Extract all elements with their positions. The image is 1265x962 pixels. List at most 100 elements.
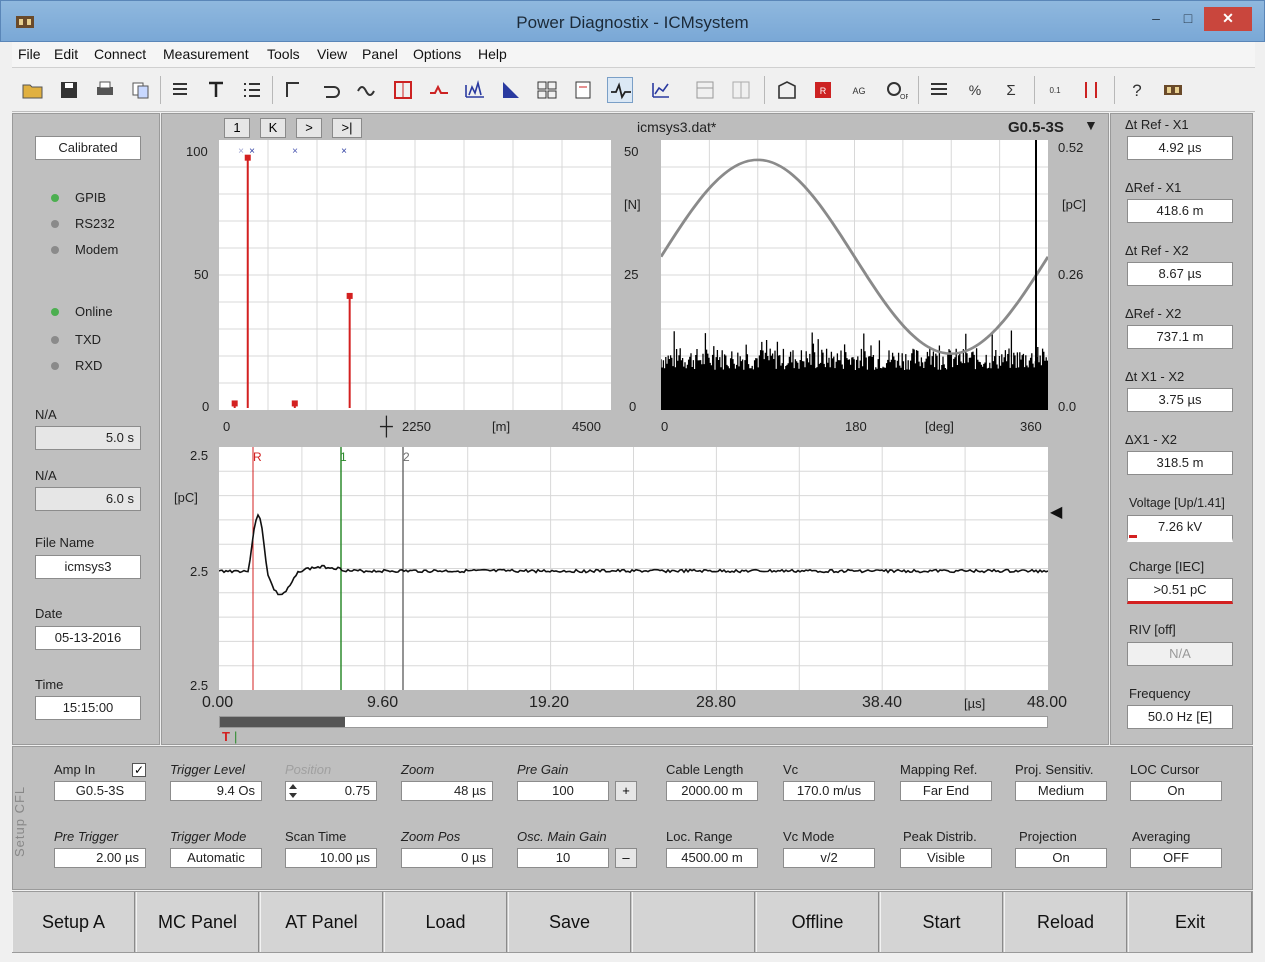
maximize-button[interactable]: □	[1173, 7, 1203, 31]
prpd-x-tick-0: 0	[661, 419, 669, 434]
amp-in-field[interactable]: G0.5-3S	[54, 781, 146, 801]
menu-file[interactable]: File	[18, 46, 41, 62]
averaging-field[interactable]: OFF	[1130, 848, 1222, 868]
off-settings-icon[interactable]: OFF	[882, 77, 914, 103]
osc-main-gain-field[interactable]: 10	[517, 848, 609, 868]
zoom-scrollbar-thumb[interactable]	[220, 717, 345, 727]
wave-tool-icon[interactable]	[354, 77, 380, 103]
menu-edit[interactable]: Edit	[54, 46, 78, 62]
triangle-icon[interactable]	[498, 77, 524, 103]
zoom-scrollbar[interactable]	[219, 716, 1048, 728]
vc-mode-field[interactable]: v/2	[783, 848, 875, 868]
prpd-plot[interactable]	[659, 140, 1050, 410]
readout-value-6: 7.26 kV	[1127, 515, 1233, 542]
nav-last-button[interactable]: >|	[332, 118, 362, 138]
setup-a-button[interactable]: Setup A	[12, 892, 135, 952]
loc-bar-cap-2	[291, 400, 298, 407]
position-field[interactable]: 0.75	[285, 781, 377, 801]
bullet-list-icon[interactable]	[239, 77, 265, 103]
exit-button[interactable]: Exit	[1128, 892, 1252, 952]
calibrate-icon[interactable]: R	[810, 77, 836, 103]
copy-icon[interactable]	[128, 77, 154, 103]
grid-red-icon[interactable]	[390, 77, 416, 103]
location-plot[interactable]: × × × ×	[219, 140, 611, 410]
curve-icon[interactable]	[282, 77, 308, 103]
load-button[interactable]: Load	[384, 892, 507, 952]
waveform-plot[interactable]: R 1 2	[218, 447, 1049, 690]
profile-dropdown-arrow-icon[interactable]: ▼	[1084, 117, 1098, 133]
pre-gain-plus-button[interactable]: +	[615, 781, 637, 801]
percent-icon[interactable]: %	[962, 77, 988, 103]
nav-next-button[interactable]: >	[296, 118, 322, 138]
sum-icon[interactable]: Σ	[998, 77, 1024, 103]
open-folder-icon[interactable]	[20, 77, 46, 103]
trigger-marker-icon[interactable]: ◀	[1050, 502, 1062, 522]
menu-tools[interactable]: Tools	[267, 46, 300, 62]
offline-button[interactable]: Offline	[756, 892, 879, 952]
mc-panel-button[interactable]: MC Panel	[136, 892, 259, 952]
sort-icon[interactable]	[1078, 77, 1104, 103]
osc-gain-minus-button[interactable]: –	[615, 848, 637, 868]
menu-measurement[interactable]: Measurement	[163, 46, 249, 62]
report-icon[interactable]	[570, 77, 596, 103]
auto-icon[interactable]: AG	[846, 77, 872, 103]
menu-connect[interactable]: Connect	[94, 46, 146, 62]
save-disk-icon[interactable]	[56, 77, 82, 103]
na2-field: 6.0 s	[35, 487, 141, 511]
save-button[interactable]: Save	[508, 892, 631, 952]
loc-bar-cap-3	[346, 292, 353, 299]
at-panel-button[interactable]: AT Panel	[260, 892, 383, 952]
loc-range-field[interactable]: 4500.00 m	[666, 848, 758, 868]
table-gray-icon[interactable]	[692, 77, 718, 103]
lines-icon[interactable]	[926, 77, 952, 103]
scan-time-field[interactable]: 10.00 µs	[285, 848, 377, 868]
list-icon[interactable]	[167, 77, 193, 103]
mapping-ref-field[interactable]: Far End	[900, 781, 992, 801]
building-icon[interactable]	[774, 77, 800, 103]
close-button[interactable]: ✕	[1204, 7, 1252, 31]
about-icon[interactable]	[1160, 77, 1186, 103]
trigger-mode-field[interactable]: Automatic	[170, 848, 262, 868]
projection-field[interactable]: On	[1015, 848, 1107, 868]
menu-options[interactable]: Options	[413, 46, 461, 62]
menu-panel[interactable]: Panel	[362, 46, 398, 62]
loc-center-marker-icon[interactable]: ┼	[380, 416, 393, 437]
nav-first-button[interactable]: 1	[224, 118, 250, 138]
proj-sensitivity-field[interactable]: Medium	[1015, 781, 1107, 801]
start-button[interactable]: Start	[880, 892, 1003, 952]
text-icon[interactable]	[203, 77, 229, 103]
trigger-level-field[interactable]: 9.4 Os	[170, 781, 262, 801]
menu-view[interactable]: View	[317, 46, 347, 62]
position-spinner-icon[interactable]	[288, 782, 298, 800]
scale-icon[interactable]: 0.1	[1042, 77, 1068, 103]
blank-button[interactable]	[632, 892, 755, 952]
pulse-icon[interactable]	[426, 77, 452, 103]
loc-cursor-field[interactable]: On	[1130, 781, 1222, 801]
spectrum-icon[interactable]	[462, 77, 488, 103]
table-disabled-icon[interactable]	[728, 77, 754, 103]
zoom-pos-field[interactable]: 0 µs	[401, 848, 493, 868]
minimize-button[interactable]: –	[1141, 7, 1171, 31]
location-plot-svg: × × × ×	[219, 140, 611, 410]
multi-view-icon[interactable]	[534, 77, 560, 103]
undo-icon[interactable]	[318, 77, 344, 103]
oscilloscope-icon[interactable]	[607, 77, 633, 103]
help-icon[interactable]: ?	[1124, 77, 1150, 103]
zoom-field[interactable]: 48 µs	[401, 781, 493, 801]
peak-distrib-field[interactable]: Visible	[900, 848, 992, 868]
loc-y-tick-100: 100	[186, 144, 208, 159]
nav-prev-button[interactable]: K	[260, 118, 286, 138]
print-icon[interactable]	[92, 77, 118, 103]
pre-trigger-field[interactable]: 2.00 µs	[54, 848, 146, 868]
menu-help[interactable]: Help	[478, 46, 507, 62]
amp-in-checkbox[interactable]: ✓	[132, 763, 146, 777]
vc-field[interactable]: 170.0 m/us	[783, 781, 875, 801]
cable-length-field[interactable]: 2000.00 m	[666, 781, 758, 801]
chart-icon[interactable]	[648, 77, 674, 103]
pre-gain-field[interactable]: 100	[517, 781, 609, 801]
readout-value-0: 4.92 µs	[1127, 136, 1233, 160]
reload-button[interactable]: Reload	[1004, 892, 1127, 952]
loc-bar-cap-0	[231, 400, 238, 407]
profile-select[interactable]: G0.5-3S	[1008, 119, 1064, 136]
readout-value-7: >0.51 pC	[1127, 578, 1233, 604]
